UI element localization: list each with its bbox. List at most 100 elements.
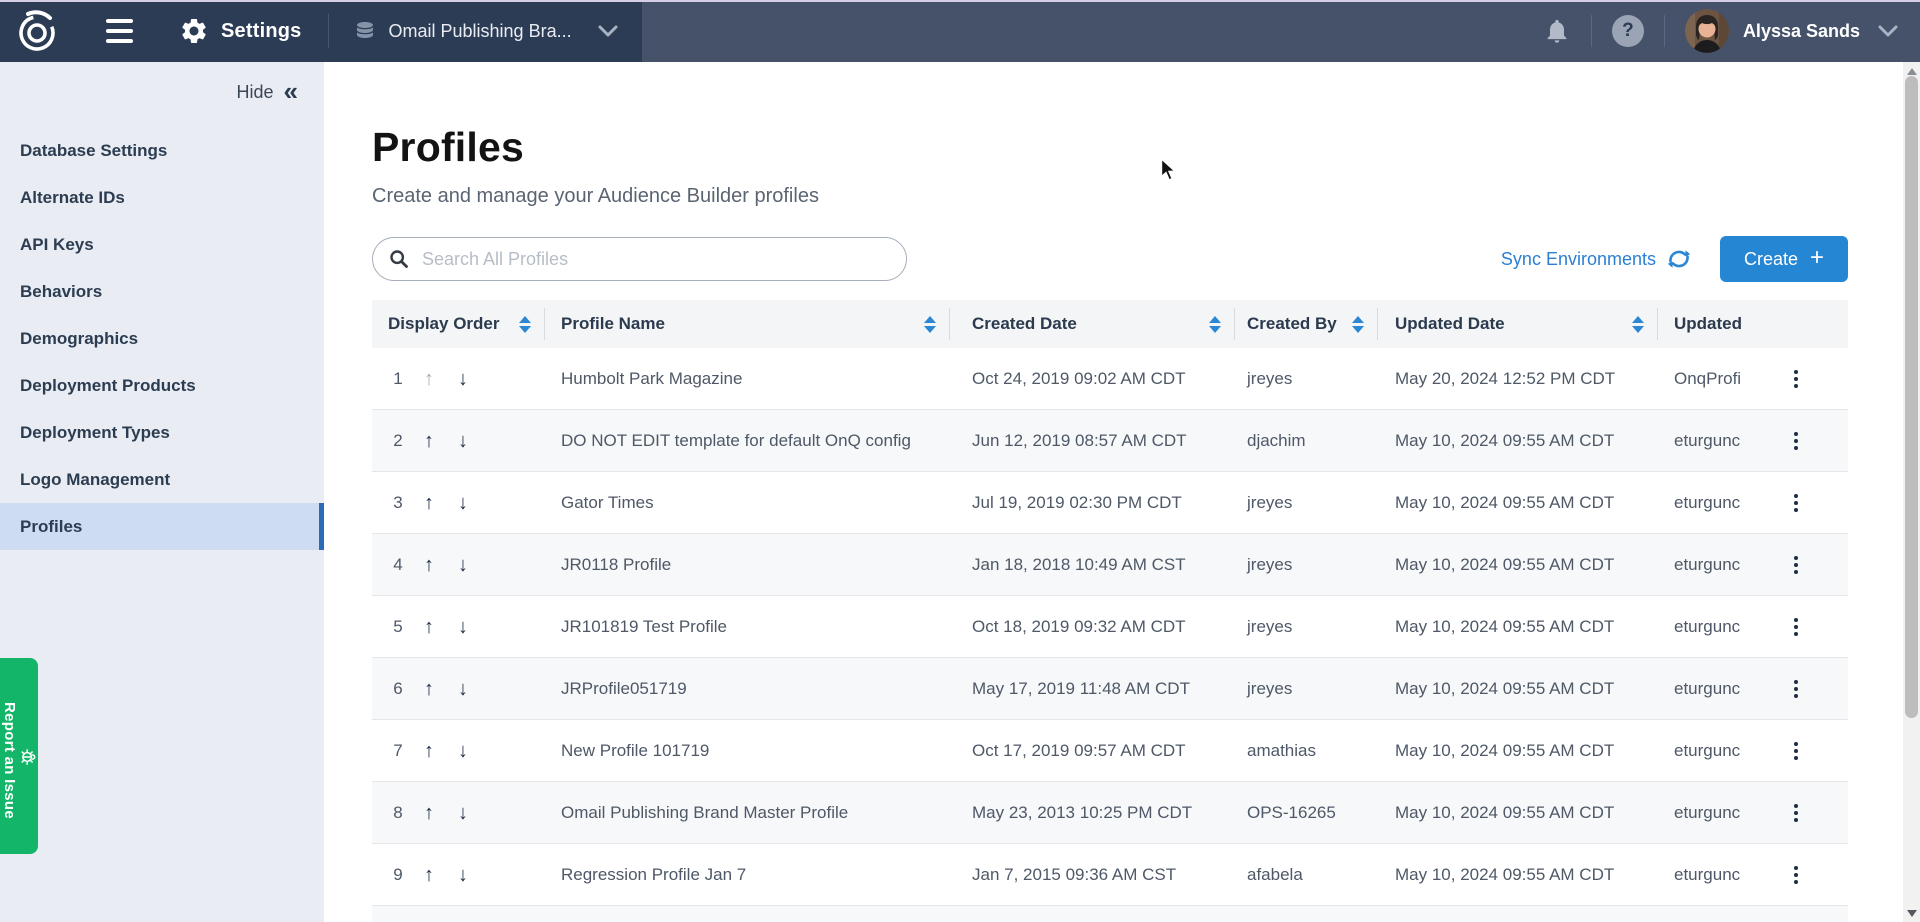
scrollbar-up-arrow[interactable]: [1907, 68, 1917, 75]
updated-by-cell: eturgunc: [1658, 410, 1770, 471]
move-up-arrow-icon[interactable]: ↑: [424, 617, 434, 637]
updated-date-cell: May 10, 2024 09:55 AM CDT: [1378, 534, 1658, 595]
sidebar-item-deployment-products[interactable]: Deployment Products: [0, 362, 324, 409]
sort-arrows-icon[interactable]: [1632, 316, 1644, 333]
profile-name-cell: Omail Publishing Brand Master Profile: [545, 782, 950, 843]
created-by-cell: jreyes: [1235, 534, 1378, 595]
column-header-label: Updated: [1674, 314, 1742, 334]
create-button-label: Create: [1744, 249, 1798, 270]
move-down-arrow-icon[interactable]: ↓: [458, 617, 468, 637]
table-row: 5↑↓JR101819 Test ProfileOct 18, 2019 09:…: [372, 596, 1848, 658]
updated-date-cell: May 10, 2024 09:55 AM CDT: [1378, 720, 1658, 781]
account-name[interactable]: Alyssa Sands: [1743, 21, 1860, 42]
move-up-arrow-icon[interactable]: ↑: [424, 679, 434, 699]
column-header-created-date[interactable]: Created Date: [950, 300, 1235, 348]
updated-by-cell: eturgunc: [1658, 534, 1770, 595]
column-header-updated-date[interactable]: Updated Date: [1378, 300, 1658, 348]
display-order-value: 4: [388, 555, 408, 575]
sync-environments-link[interactable]: Sync Environments: [1501, 248, 1692, 270]
database-selector[interactable]: Omail Publishing Bra...: [353, 18, 618, 44]
sidebar-item-demographics[interactable]: Demographics: [0, 315, 324, 362]
hamburger-menu-icon[interactable]: [100, 13, 139, 49]
move-up-arrow-icon[interactable]: ↑: [424, 865, 434, 885]
profile-name-cell: DO NOT EDIT template for default OnQ con…: [545, 410, 950, 471]
sort-arrows-icon[interactable]: [1209, 316, 1221, 333]
move-down-arrow-icon[interactable]: ↓: [458, 741, 468, 761]
move-down-arrow-icon[interactable]: ↓: [458, 679, 468, 699]
display-order-cell: 10↑↓: [372, 906, 545, 922]
sidebar-item-alternate-ids[interactable]: Alternate IDs: [0, 174, 324, 221]
row-actions-kebab-icon[interactable]: [1790, 366, 1802, 392]
move-up-arrow-icon[interactable]: ↑: [424, 431, 434, 451]
settings-section[interactable]: Settings: [179, 16, 302, 46]
table-row: 2↑↓DO NOT EDIT template for default OnQ …: [372, 410, 1848, 472]
row-actions-kebab-icon[interactable]: [1790, 676, 1802, 702]
move-up-arrow-icon[interactable]: ↑: [424, 493, 434, 513]
created-date-cell: May 23, 2013 10:25 PM CDT: [950, 782, 1235, 843]
sidebar-item-api-keys[interactable]: API Keys: [0, 221, 324, 268]
row-actions-kebab-icon[interactable]: [1790, 490, 1802, 516]
sort-arrows-icon[interactable]: [1352, 316, 1364, 333]
column-header-profile-name[interactable]: Profile Name: [545, 300, 950, 348]
profiles-table: Display OrderProfile NameCreated Date Cre…: [372, 300, 1848, 922]
row-actions-kebab-icon[interactable]: [1790, 428, 1802, 454]
updated-by-cell: eturgunc: [1658, 472, 1770, 533]
column-header-created-by[interactable]: Created By: [1235, 300, 1378, 348]
avatar[interactable]: [1685, 9, 1729, 53]
sort-arrows-icon[interactable]: [519, 316, 531, 333]
sort-arrows-icon[interactable]: [924, 316, 936, 333]
database-icon: [353, 18, 377, 44]
profile-name-cell: Regression Profile Jan 7: [545, 844, 950, 905]
sidebar-item-logo-management[interactable]: Logo Management: [0, 456, 324, 503]
account-chevron-down-icon[interactable]: [1878, 25, 1898, 37]
scrollbar-down-arrow[interactable]: [1907, 910, 1917, 917]
row-actions-kebab-icon[interactable]: [1790, 800, 1802, 826]
created-by-cell: afabela: [1235, 844, 1378, 905]
display-order-value: 1: [388, 369, 408, 389]
sidebar-item-label: Demographics: [20, 329, 138, 349]
row-actions-kebab-icon[interactable]: [1790, 614, 1802, 640]
report-issue-tab[interactable]: Report an Issue: [0, 658, 38, 854]
move-down-arrow-icon[interactable]: ↓: [458, 493, 468, 513]
updated-by-cell: OnqProfi: [1658, 348, 1770, 409]
column-header-label: Created By: [1247, 314, 1337, 334]
move-down-arrow-icon[interactable]: ↓: [458, 803, 468, 823]
table-row: 3↑↓Gator TimesJul 19, 2019 02:30 PM CDTj…: [372, 472, 1848, 534]
sidebar-item-database-settings[interactable]: Database Settings: [0, 127, 324, 174]
created-date-cell: Jan 7, 2015 09:36 AM CST: [950, 844, 1235, 905]
move-down-arrow-icon[interactable]: ↓: [458, 431, 468, 451]
created-by-cell: jreyes: [1235, 348, 1378, 409]
created-date-cell: May 17, 2019 11:48 AM CDT: [950, 658, 1235, 719]
row-actions-kebab-icon[interactable]: [1790, 862, 1802, 888]
updated-date-cell: May 10, 2024 09:55 AM CDT: [1378, 410, 1658, 471]
search-input[interactable]: [420, 248, 906, 271]
updated-by-cell: eturgunc: [1658, 720, 1770, 781]
gear-icon: [179, 16, 209, 46]
sidebar-item-deployment-types[interactable]: Deployment Types: [0, 409, 324, 456]
actions-cell: [1770, 782, 1848, 843]
table-body: 1↑↓Humbolt Park MagazineOct 24, 2019 09:…: [372, 348, 1848, 922]
move-up-arrow-icon[interactable]: ↑: [424, 803, 434, 823]
column-header-display-order[interactable]: Display Order: [372, 300, 545, 348]
sidebar-item-profiles[interactable]: Profiles: [0, 503, 324, 550]
help-button[interactable]: ?: [1612, 15, 1644, 47]
sidebar-item-behaviors[interactable]: Behaviors: [0, 268, 324, 315]
move-up-arrow-icon[interactable]: ↑: [424, 555, 434, 575]
move-down-arrow-icon[interactable]: ↓: [458, 369, 468, 389]
omeda-logo[interactable]: [14, 8, 60, 54]
scrollbar-thumb[interactable]: [1905, 76, 1918, 718]
row-actions-kebab-icon[interactable]: [1790, 552, 1802, 578]
vertical-scrollbar[interactable]: [1903, 62, 1920, 922]
row-actions-kebab-icon[interactable]: [1790, 738, 1802, 764]
move-down-arrow-icon[interactable]: ↓: [458, 555, 468, 575]
create-button[interactable]: Create +: [1720, 236, 1848, 282]
profile-name-cell: JRProfile051719: [545, 658, 950, 719]
move-down-arrow-icon[interactable]: ↓: [458, 865, 468, 885]
move-up-arrow-icon[interactable]: ↑: [424, 741, 434, 761]
updated-date-cell: May 20, 2024 12:52 PM CDT: [1378, 348, 1658, 409]
hide-sidebar-button[interactable]: Hide «: [0, 82, 324, 103]
sidebar-item-label: API Keys: [20, 235, 94, 255]
display-order-cell: 6↑↓: [372, 658, 545, 719]
notifications-button[interactable]: [1543, 16, 1571, 46]
sync-icon: [1666, 248, 1692, 270]
